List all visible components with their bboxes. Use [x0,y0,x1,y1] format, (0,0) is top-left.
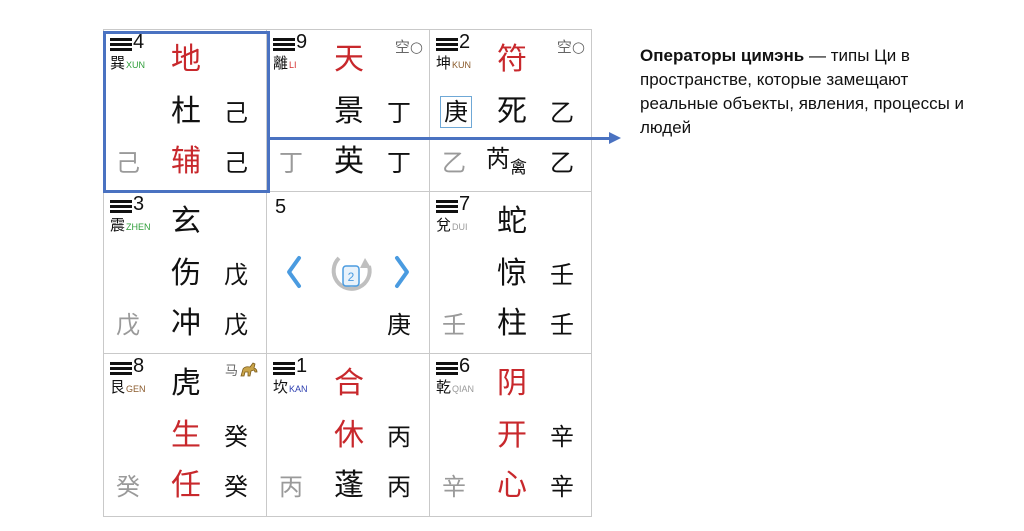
star: 英 [334,144,364,179]
earth-stem: 丁 [387,149,411,177]
deity: 天 [334,42,364,77]
rotate-icon[interactable]: 2 [331,256,372,291]
trigram-name: 離LI [273,54,297,72]
star: 冲 [171,306,201,341]
void-marker: 空○ [394,38,423,56]
palace-number: 8 [133,355,145,377]
hidden-stem: 丙 [279,473,303,501]
trigram-name: 坎KAN [273,378,308,396]
palace-qian[interactable]: 6 乾QIAN 阴 开 辛 辛 心 辛 [430,354,591,516]
earth-stem: 庚 [387,311,411,339]
earth-stem: 辛 [550,473,574,501]
arrow-right-icon [609,132,621,144]
deity: 虎 [171,366,201,401]
chevron-left-icon[interactable] [287,256,301,288]
deity: 合 [334,366,364,401]
door: 惊 [497,256,527,291]
annotation-caption: Операторы цимэнь — типы Ци в пространств… [640,44,970,140]
void-marker: 空○ [556,38,585,56]
horse-marker: 马 [224,364,238,379]
trigram-name: 乾QIAN [436,378,475,396]
palace-number: 3 [133,193,145,215]
heaven-stem: 戊 [224,261,248,289]
earth-stem: 癸 [224,473,248,501]
heaven-stem: 乙 [550,99,574,127]
deity: 阴 [497,366,527,401]
trigram-name: 坤KUN [436,54,472,72]
palace-gen[interactable]: 8 艮GEN 马 虎 生 癸 癸 任 癸 [104,354,267,516]
earth-stem: 乙 [550,149,574,177]
star: 蓬 [334,468,364,503]
trigram-icon [436,200,458,215]
caption-title: Операторы цимэнь [640,46,805,65]
palace-kan[interactable]: 1 坎KAN 合 休 丙 丙 蓬 丙 [267,354,430,516]
heaven-stem: 丁 [387,99,411,127]
heaven-stem: 辛 [550,423,574,451]
palace-kun[interactable]: 2 坤KUN 空○ 符 庚 死 乙 乙 芮 禽 乙 [430,30,591,192]
trigram-icon [436,38,458,53]
heaven-stem: 壬 [550,261,574,289]
palace-number: 5 [275,196,287,218]
palace-number: 9 [296,31,308,53]
palace-zhen[interactable]: 3 震ZHEN 玄 伤 戊 戊 冲 戊 [104,192,267,354]
door: 死 [497,94,527,129]
rotate-control: 2 [287,256,409,291]
door: 景 [334,94,364,129]
star: 芮 [486,145,510,173]
chevron-right-icon[interactable] [395,256,409,288]
trigram-icon [436,362,458,377]
palace-number: 1 [296,355,308,377]
heaven-stem: 癸 [224,423,248,451]
hidden-stem: 辛 [442,473,466,501]
hidden-stem: 戊 [116,311,140,339]
palace-dui[interactable]: 7 兌DUI 蛇 惊 壬 壬 柱 壬 [430,192,591,354]
palace-number: 7 [459,193,471,215]
highlight-frame [103,31,270,193]
boxed-stem: 庚 [440,96,472,128]
hidden-stem: 丁 [279,149,303,177]
earth-stem: 壬 [550,311,574,339]
trigram-name: 兌DUI [436,216,468,234]
door: 生 [171,418,201,453]
horse-icon [240,362,258,377]
palace-number: 2 [459,31,471,53]
star: 任 [171,468,201,503]
door: 休 [334,418,364,453]
door: 伤 [171,256,201,291]
trigram-name: 震ZHEN [110,216,151,234]
door: 开 [497,418,527,453]
hidden-stem: 乙 [442,149,466,177]
star: 柱 [497,306,527,341]
palace-li[interactable]: 9 離LI 空○ 天 景 丁 丁 英 丁 [267,30,430,192]
deity: 蛇 [497,204,527,239]
earth-stem: 戊 [224,311,248,339]
star-secondary: 禽 [510,158,527,178]
deity: 符 [497,42,527,77]
pointer-arrow-line [269,137,611,140]
trigram-name: 艮GEN [110,378,146,396]
star: 心 [497,468,527,503]
trigram-icon [110,362,132,377]
palace-center: 5 2 庚 [267,192,430,354]
hidden-stem: 壬 [442,311,466,339]
deity: 玄 [171,204,201,239]
trigram-icon [110,200,132,215]
palace-number: 6 [459,355,471,377]
earth-stem: 丙 [387,473,411,501]
heaven-stem: 丙 [387,423,411,451]
trigram-icon [273,362,295,377]
trigram-icon [273,38,295,53]
badge-number: 2 [348,270,355,284]
hidden-stem: 癸 [116,473,140,501]
